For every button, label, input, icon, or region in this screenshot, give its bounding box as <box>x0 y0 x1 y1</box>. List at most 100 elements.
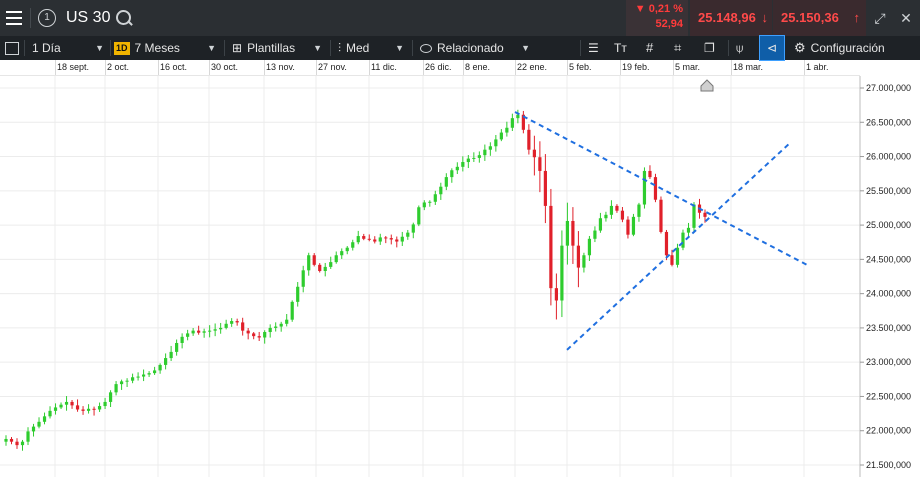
candle <box>593 230 597 239</box>
candle <box>268 327 272 333</box>
candle <box>560 245 564 301</box>
sell-price-button[interactable]: 25.148,96 ↓ <box>690 0 772 36</box>
price-tick-label: 27.000,000 <box>866 83 911 93</box>
expand-icon[interactable]: ⤢ <box>870 8 890 28</box>
date-axis: 18 sept. 2 oct. 16 oct. 30 oct. 13 nov. 27 no… <box>0 60 860 76</box>
candle <box>125 380 129 382</box>
price-chart[interactable]: 27.000,000 26.500,000 26.000,000 25.500,000… <box>0 76 920 477</box>
candle <box>136 376 140 378</box>
change-percent: ▼ 0,21 % <box>634 3 683 15</box>
candle <box>274 326 278 328</box>
date-tick-mark <box>804 60 805 75</box>
drawing-tools-icon[interactable]: ☰ <box>588 36 599 60</box>
close-icon[interactable]: ✕ <box>896 8 916 28</box>
candle <box>598 218 603 231</box>
instrument-name[interactable]: US 30 <box>66 0 110 36</box>
period-dropdown[interactable]: 1D 7 Meses ▼ <box>114 36 216 60</box>
candle <box>252 333 256 337</box>
date-tick-label: 2 oct. <box>107 62 130 72</box>
chevron-down-icon: ▼ <box>521 43 530 53</box>
candle <box>439 186 443 195</box>
tag-icon[interactable]: ⊲ <box>759 35 785 61</box>
buy-price-button[interactable]: 25.150,36 ↑ <box>773 0 866 36</box>
candle <box>257 336 261 338</box>
date-tick-mark <box>369 60 370 75</box>
date-tick-label: 8 ene. <box>465 62 491 72</box>
candle <box>307 255 311 271</box>
period-label: 7 Meses <box>134 41 180 55</box>
crosshair-icon[interactable]: ⌗ <box>674 36 681 60</box>
price-tick-label: 26.000,000 <box>866 152 911 162</box>
text-tool-icon[interactable]: Tт <box>614 36 627 60</box>
grid-icon[interactable]: # <box>646 36 653 60</box>
candle <box>75 405 80 410</box>
candle <box>26 431 30 442</box>
windows-icon[interactable]: ❐ <box>704 36 715 60</box>
candle <box>141 374 146 377</box>
candle <box>153 370 157 374</box>
gear-icon: ⚙ <box>794 40 806 55</box>
date-tick-mark <box>55 60 56 75</box>
date-tick-label: 16 oct. <box>160 62 188 72</box>
hamburger-icon[interactable] <box>6 10 22 26</box>
candle <box>164 358 168 365</box>
candle <box>20 441 25 446</box>
date-tick-mark <box>264 60 265 75</box>
candle <box>538 157 542 171</box>
alert-icon[interactable]: ⍦ <box>736 36 743 60</box>
price-tick-label: 23.000,000 <box>866 357 911 367</box>
candle <box>543 170 547 206</box>
candle <box>169 351 173 359</box>
templates-dropdown[interactable]: ⊞ Plantillas ▼ <box>232 36 322 60</box>
price-tick-label: 22.000,000 <box>866 426 911 436</box>
related-dropdown[interactable]: Relacionado ▼ <box>420 36 530 60</box>
candle <box>318 264 322 272</box>
price-tick-label: 25.500,000 <box>866 186 911 196</box>
candle <box>345 247 349 252</box>
candle <box>351 242 355 248</box>
candle <box>9 438 14 442</box>
candle <box>323 266 327 272</box>
date-tick-mark <box>567 60 568 75</box>
settings-label: Configuración <box>810 41 885 55</box>
candle <box>48 410 52 417</box>
chart-style-dropdown[interactable]: ⫶ Med ▼ <box>338 36 404 60</box>
candle <box>389 238 393 240</box>
price-tick-label: 21.500,000 <box>866 460 911 470</box>
date-tick-mark <box>209 60 210 75</box>
candle <box>587 238 592 256</box>
eye-icon <box>420 43 432 53</box>
info-circle-icon[interactable]: 1 <box>38 9 56 27</box>
candle <box>637 204 641 217</box>
candle <box>494 139 498 147</box>
trendline <box>566 143 790 351</box>
panel-icon[interactable] <box>5 36 19 60</box>
candle <box>285 319 289 324</box>
candle <box>499 132 503 140</box>
candle <box>615 205 619 211</box>
date-tick-label: 26 dic. <box>425 62 452 72</box>
candle <box>433 194 437 202</box>
candle <box>483 149 487 156</box>
candle <box>653 177 658 200</box>
candle <box>362 236 366 239</box>
date-tick-label: 13 nov. <box>266 62 295 72</box>
settings-button[interactable]: ⚙ Configuración <box>794 36 885 60</box>
candle <box>279 323 283 327</box>
date-tick-mark <box>731 60 732 75</box>
scroll-marker <box>700 79 714 92</box>
candle <box>202 331 206 333</box>
interval-dropdown[interactable]: 1 Día ▼ <box>32 36 104 60</box>
candle <box>461 162 465 167</box>
candle <box>224 323 228 328</box>
candle <box>37 421 41 427</box>
change-panel: ▼ 0,21 % 52,94 <box>626 0 688 36</box>
trendline <box>514 111 808 266</box>
candle <box>422 202 426 208</box>
candle <box>609 205 614 215</box>
buy-price: 25.150,36 <box>781 10 839 25</box>
candle <box>130 377 135 381</box>
candle <box>642 170 647 205</box>
candle <box>334 255 338 263</box>
candles <box>4 109 707 451</box>
